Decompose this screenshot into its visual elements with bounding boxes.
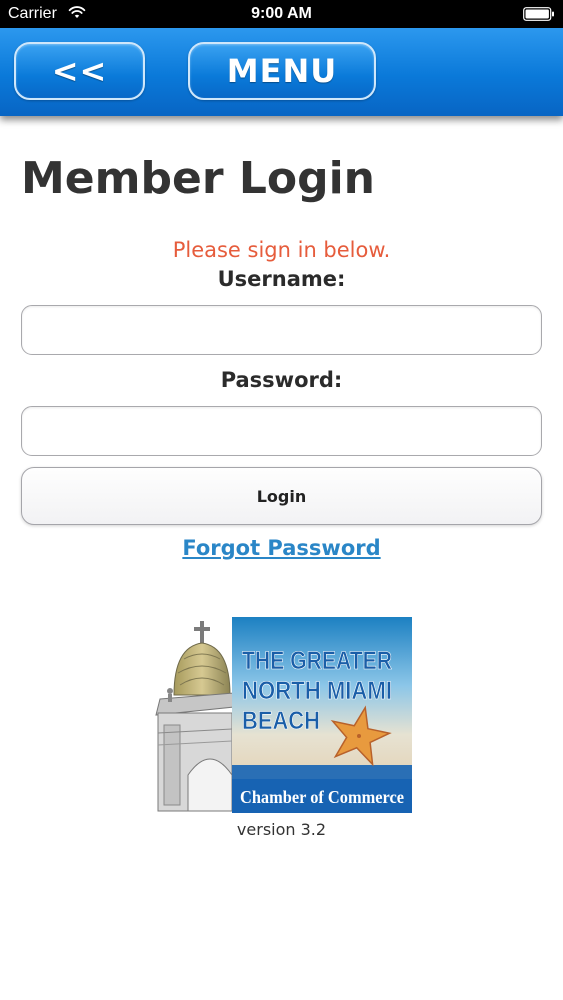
chamber-logo: THE GREATER NORTH MIAMI BEACH Chamber of… xyxy=(155,617,412,813)
username-field[interactable] xyxy=(21,305,542,355)
status-time: 9:00 AM xyxy=(251,5,312,22)
logo-footer: Chamber of Commerce xyxy=(240,787,404,807)
password-label: Password: xyxy=(220,368,343,392)
logo-line-1: THE GREATER xyxy=(242,647,392,675)
logo-line-3: BEACH xyxy=(242,707,320,735)
building-dome-icon xyxy=(155,621,235,812)
login-button[interactable]: Login xyxy=(21,467,542,525)
logo-line-2: NORTH MIAMI xyxy=(242,677,392,705)
password-field[interactable] xyxy=(21,406,542,456)
status-bar: Carrier 9:00 AM xyxy=(0,0,563,28)
battery-icon xyxy=(523,7,554,21)
page-title: Member Login xyxy=(21,153,375,204)
menu-button[interactable]: MENU xyxy=(188,42,376,100)
version-label: version 3.2 xyxy=(236,820,327,839)
nav-bar: << MENU xyxy=(0,28,563,116)
username-label: Username: xyxy=(217,267,346,291)
signin-message: Please sign in below. xyxy=(172,238,391,262)
forgot-password-link[interactable]: Forgot Password xyxy=(0,536,563,560)
back-button[interactable]: << xyxy=(14,42,145,100)
